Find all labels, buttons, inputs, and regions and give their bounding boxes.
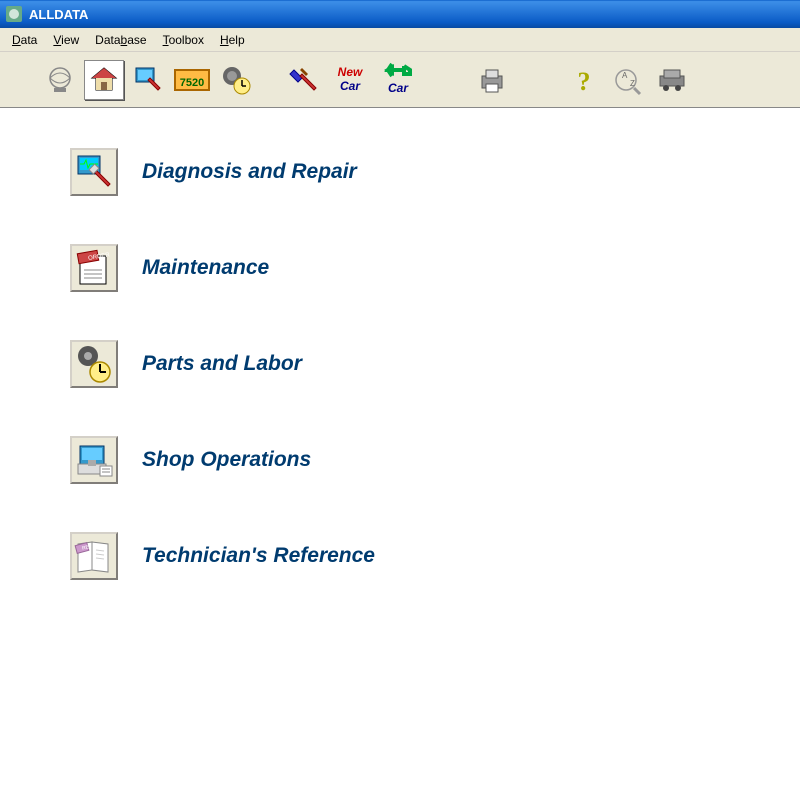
svg-text:Car: Car (388, 81, 409, 95)
menu-toolbox[interactable]: Toolbox (155, 30, 212, 50)
nav-parts-labor[interactable]: Parts and Labor (70, 340, 800, 388)
menu-help[interactable]: Help (212, 30, 253, 50)
main-content: Diagnosis and Repair ORDER Maintenance (0, 108, 800, 580)
maintenance-icon: ORDER (70, 244, 118, 292)
nav-label: Shop Operations (142, 448, 311, 472)
new-car-icon[interactable]: New Car (328, 60, 372, 100)
menu-data[interactable]: Data (4, 30, 45, 50)
reference-icon: REF (70, 532, 118, 580)
hammer-icon[interactable] (284, 60, 324, 100)
menu-database[interactable]: Database (87, 30, 154, 50)
help-icon[interactable]: ? (564, 60, 604, 100)
shop-ops-icon (70, 436, 118, 484)
svg-text:Z: Z (630, 79, 635, 88)
titlebar: ALLDATA (0, 0, 800, 28)
home-icon[interactable] (84, 60, 124, 100)
svg-text:?: ? (578, 67, 591, 96)
toolbar: 7520 New Car Car (0, 52, 800, 108)
gear-clock-icon[interactable] (216, 60, 256, 100)
menubar: Data View Database Toolbox Help (0, 28, 800, 52)
titlebar-title: ALLDATA (29, 7, 88, 22)
nav-technician-reference[interactable]: REF Technician's Reference (70, 532, 800, 580)
nav-shop-operations[interactable]: Shop Operations (70, 436, 800, 484)
7520-icon[interactable]: 7520 (172, 60, 212, 100)
svg-text:Car: Car (340, 79, 361, 93)
nav-label: Technician's Reference (142, 544, 375, 568)
vehicle-icon[interactable] (652, 60, 692, 100)
back-car-icon[interactable]: Car (376, 60, 420, 100)
print-icon[interactable] (472, 60, 512, 100)
parts-labor-icon (70, 340, 118, 388)
globe-hammer-icon[interactable] (128, 60, 168, 100)
svg-text:New: New (338, 65, 363, 79)
svg-text:A: A (622, 71, 628, 80)
svg-text:7520: 7520 (180, 77, 204, 89)
app-icon (5, 5, 23, 23)
diagnosis-icon (70, 148, 118, 196)
logo-icon[interactable] (40, 60, 80, 100)
nav-label: Diagnosis and Repair (142, 160, 357, 184)
nav-maintenance[interactable]: ORDER Maintenance (70, 244, 800, 292)
nav-label: Maintenance (142, 256, 269, 280)
nav-diagnosis-repair[interactable]: Diagnosis and Repair (70, 148, 800, 196)
nav-label: Parts and Labor (142, 352, 302, 376)
menu-view[interactable]: View (45, 30, 87, 50)
az-sort-icon[interactable]: A Z (608, 60, 648, 100)
